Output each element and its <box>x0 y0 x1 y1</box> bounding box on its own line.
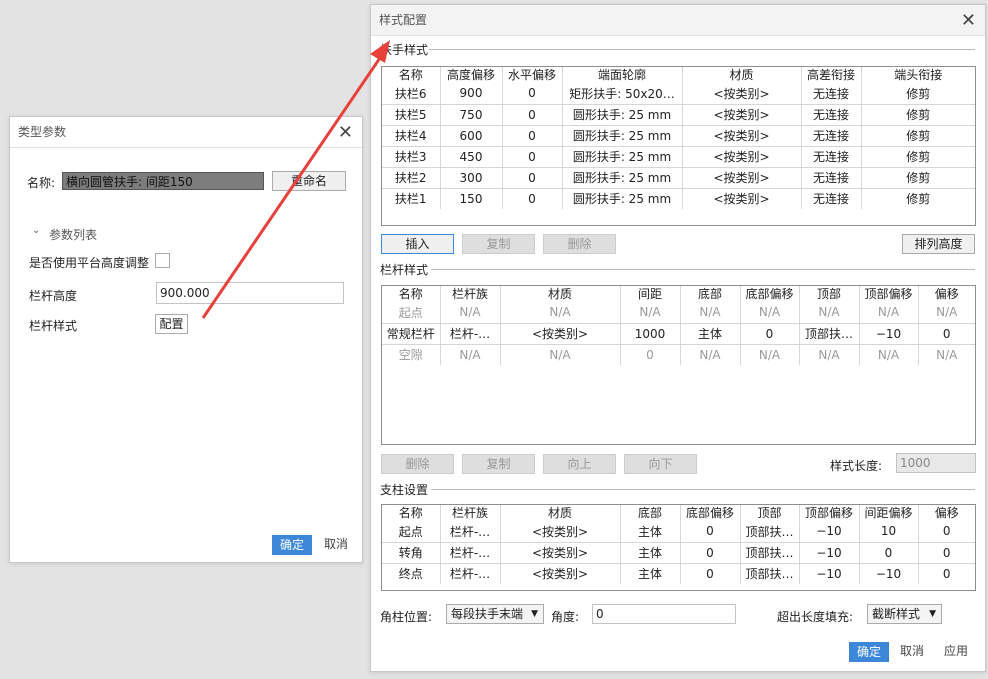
annotation-arrow <box>201 40 390 319</box>
arrow-line <box>201 54 384 319</box>
arrow-head <box>370 40 390 63</box>
